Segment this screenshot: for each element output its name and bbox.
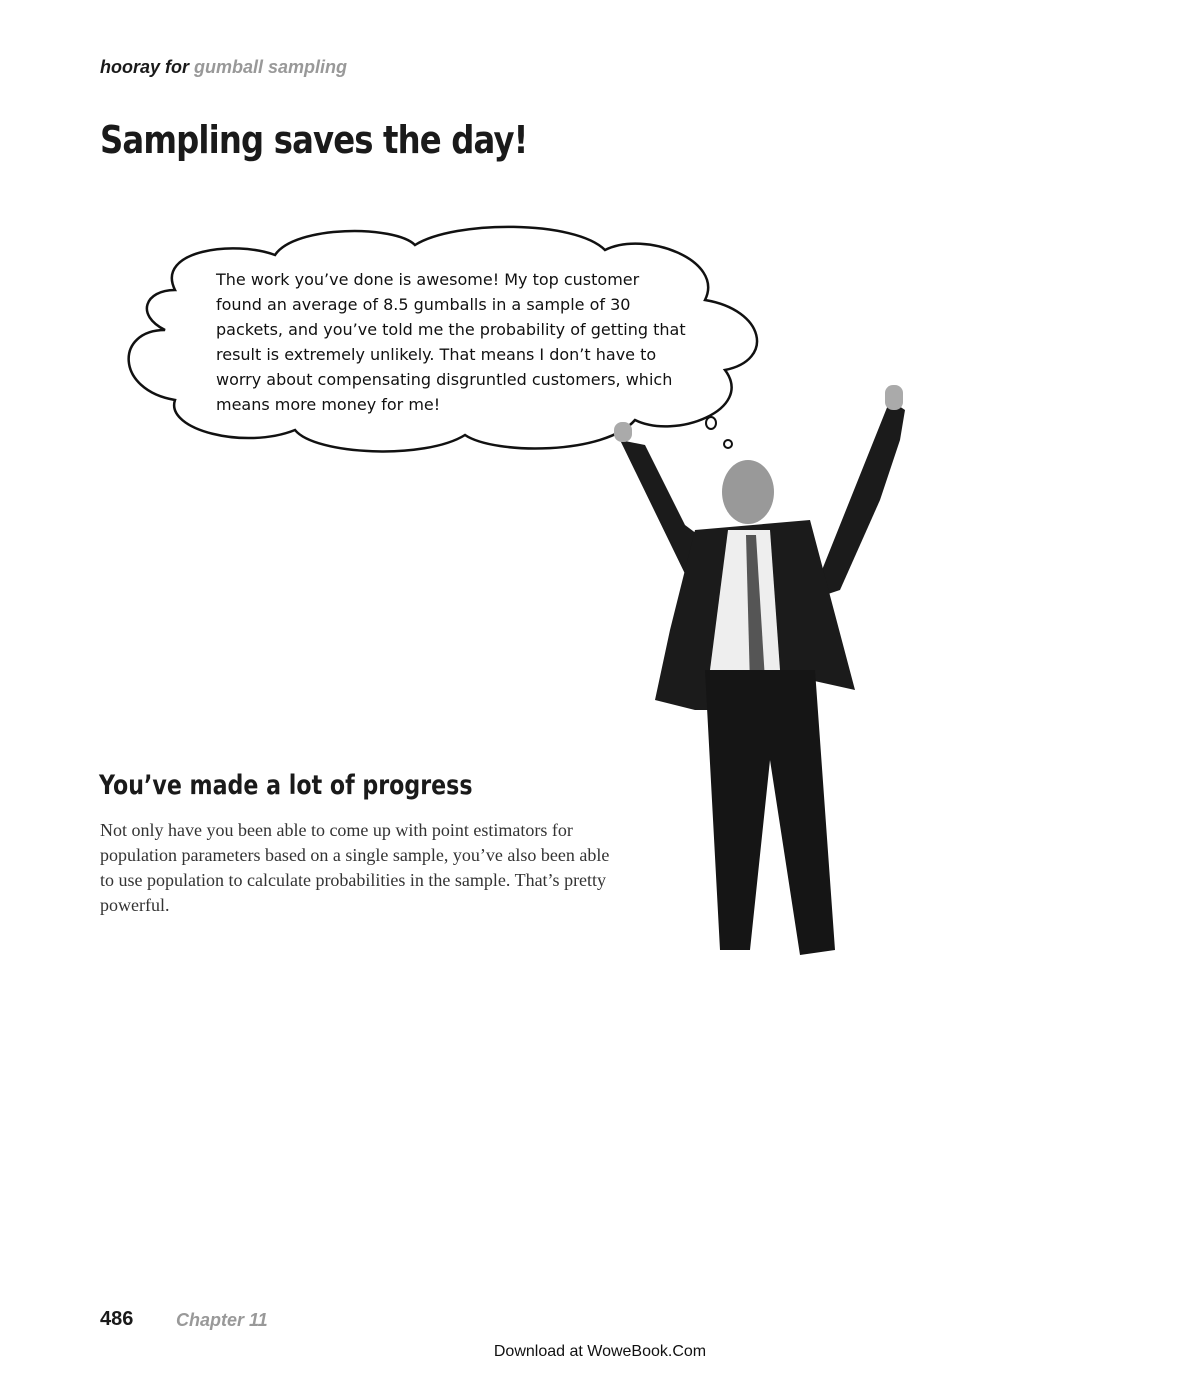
businessman-cheering-image (614, 385, 905, 955)
page-number: 486 (100, 1308, 134, 1330)
download-credit: Download at WoweBook.Com (493, 1343, 707, 1360)
page-title: Sampling saves the day! (100, 118, 528, 162)
section-heading: You’ve made a lot of progress (99, 770, 473, 801)
running-header: hooray for gumball sampling (100, 57, 347, 78)
chapter-label: Chapter 11 (176, 1310, 268, 1330)
running-header-section: gumball sampling (194, 57, 348, 77)
body-paragraph: Not only have you been able to come up w… (100, 820, 610, 915)
running-header-prefix: hooray for (100, 57, 190, 77)
